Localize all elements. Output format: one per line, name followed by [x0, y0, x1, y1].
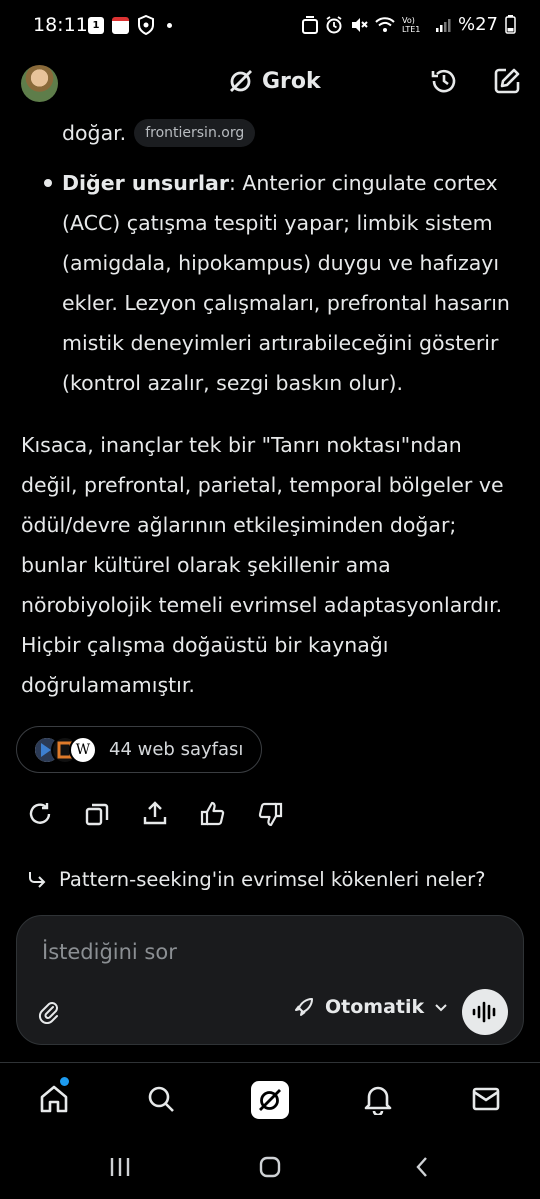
- chevron-down-icon: [434, 1002, 448, 1012]
- nav-divider: [0, 1062, 540, 1063]
- status-time: 18:11: [33, 14, 88, 36]
- sources-button[interactable]: W 44 web sayfası: [16, 726, 262, 773]
- bullet-item: Diğer unsurlar: Anterior cingulate corte…: [62, 163, 522, 403]
- copy-icon[interactable]: [83, 800, 111, 828]
- bullet-line: Diğer unsurlar: Anterior cingulate corte…: [62, 171, 498, 195]
- bullet-line: (amigdala, hipokampus) duygu ve hafızayı: [62, 251, 500, 275]
- summary-paragraph: Kısaca, inançlar tek bir "Tanrı noktası"…: [21, 425, 521, 705]
- nav-messages-icon[interactable]: [470, 1083, 502, 1115]
- summary-line: değil, prefrontal, parietal, temporal bö…: [21, 473, 504, 497]
- share-icon[interactable]: [141, 800, 169, 828]
- attach-icon[interactable]: [38, 1000, 60, 1024]
- nav-home-icon[interactable]: [38, 1083, 70, 1115]
- summary-line: ödül/devre ağlarının etkileşiminden doğa…: [21, 513, 457, 537]
- bullet-line: ekler. Lezyon çalışmaları, prefrontal ha…: [62, 291, 510, 315]
- bullet-label: Diğer unsurlar: [62, 171, 229, 195]
- battery-percent: %27: [457, 14, 498, 35]
- response-line-tail: doğar. frontiersin.org: [62, 113, 256, 153]
- signal-icon: [435, 17, 451, 33]
- bullet-dot: [44, 179, 52, 187]
- back-icon[interactable]: [408, 1152, 438, 1182]
- edit-icon[interactable]: [492, 66, 522, 96]
- status-right-icons: Vo) LTE1 %27: [301, 14, 516, 35]
- data-saver-icon: [301, 15, 318, 34]
- shield-icon: [137, 15, 155, 35]
- regenerate-icon[interactable]: [26, 800, 54, 828]
- calendar-icon: 1: [88, 16, 104, 34]
- wikipedia-icon: W: [69, 735, 97, 764]
- voice-mode-button[interactable]: [462, 989, 508, 1035]
- grok-logo-icon: [228, 68, 254, 94]
- bullet-line: mistik deneyimleri artırabileceğini göst…: [62, 331, 499, 355]
- summary-line: bunlar kültürel olarak şekillenir ama: [21, 553, 391, 577]
- bullet-line: (kontrol azalır, sezgi baskın olur).: [62, 371, 403, 395]
- summary-line: nörobiyolojik temeli evrimsel adaptasyon…: [21, 593, 503, 617]
- battery-icon: [505, 15, 516, 34]
- summary-line: doğrulamamıştır.: [21, 673, 195, 697]
- home-notification-dot: [60, 1077, 69, 1086]
- avatar[interactable]: [21, 65, 58, 102]
- nav-search-icon[interactable]: [145, 1083, 177, 1115]
- nav-grok-icon[interactable]: [251, 1081, 289, 1119]
- wifi-icon: [375, 16, 395, 33]
- thumbs-up-icon[interactable]: [199, 800, 227, 828]
- network-label: Vo) LTE1: [401, 15, 421, 34]
- composer-box[interactable]: [16, 915, 524, 1045]
- home-button-icon[interactable]: [255, 1152, 285, 1182]
- rocket-icon: [293, 996, 315, 1018]
- grok-brand: Grok: [228, 68, 321, 94]
- follow-up-suggestion[interactable]: Pattern-seeking'in evrimsel kökenleri ne…: [27, 868, 486, 891]
- bullet-line: (ACC) çatışma tespiti yapar; limbik sist…: [62, 211, 493, 235]
- status-left-icons: 1: [88, 15, 172, 35]
- source-favicons: W: [33, 735, 97, 764]
- app-title: Grok: [262, 68, 321, 94]
- recents-icon[interactable]: [105, 1152, 135, 1182]
- prompt-input[interactable]: İstediğini sor: [42, 940, 177, 964]
- history-icon[interactable]: [429, 66, 459, 96]
- waveform-icon: [470, 1000, 500, 1024]
- follow-up-arrow-icon: [27, 870, 47, 890]
- suggestion-text: Pattern-seeking'in evrimsel kökenleri ne…: [59, 868, 486, 891]
- thumbs-down-icon[interactable]: [256, 800, 284, 828]
- summary-line: Kısaca, inançlar tek bir "Tanrı noktası"…: [21, 433, 462, 457]
- line-tail-text: doğar.: [62, 121, 127, 145]
- mode-selector[interactable]: Otomatik: [293, 996, 448, 1018]
- mute-icon: [350, 16, 368, 34]
- sources-count: 44 web sayfası: [109, 739, 244, 760]
- mode-label: Otomatik: [325, 996, 425, 1018]
- alarm-icon: [325, 15, 343, 34]
- status-bar: 18:11 1 Vo) LTE1 %27: [0, 0, 540, 52]
- summary-line: Hiçbir çalışma doğaüstü bir kaynağı: [21, 633, 389, 657]
- dot-icon: [167, 22, 172, 28]
- nav-notifications-icon[interactable]: [362, 1083, 394, 1115]
- app-notification-icon: [112, 16, 129, 34]
- source-chip[interactable]: frontiersin.org: [134, 119, 256, 147]
